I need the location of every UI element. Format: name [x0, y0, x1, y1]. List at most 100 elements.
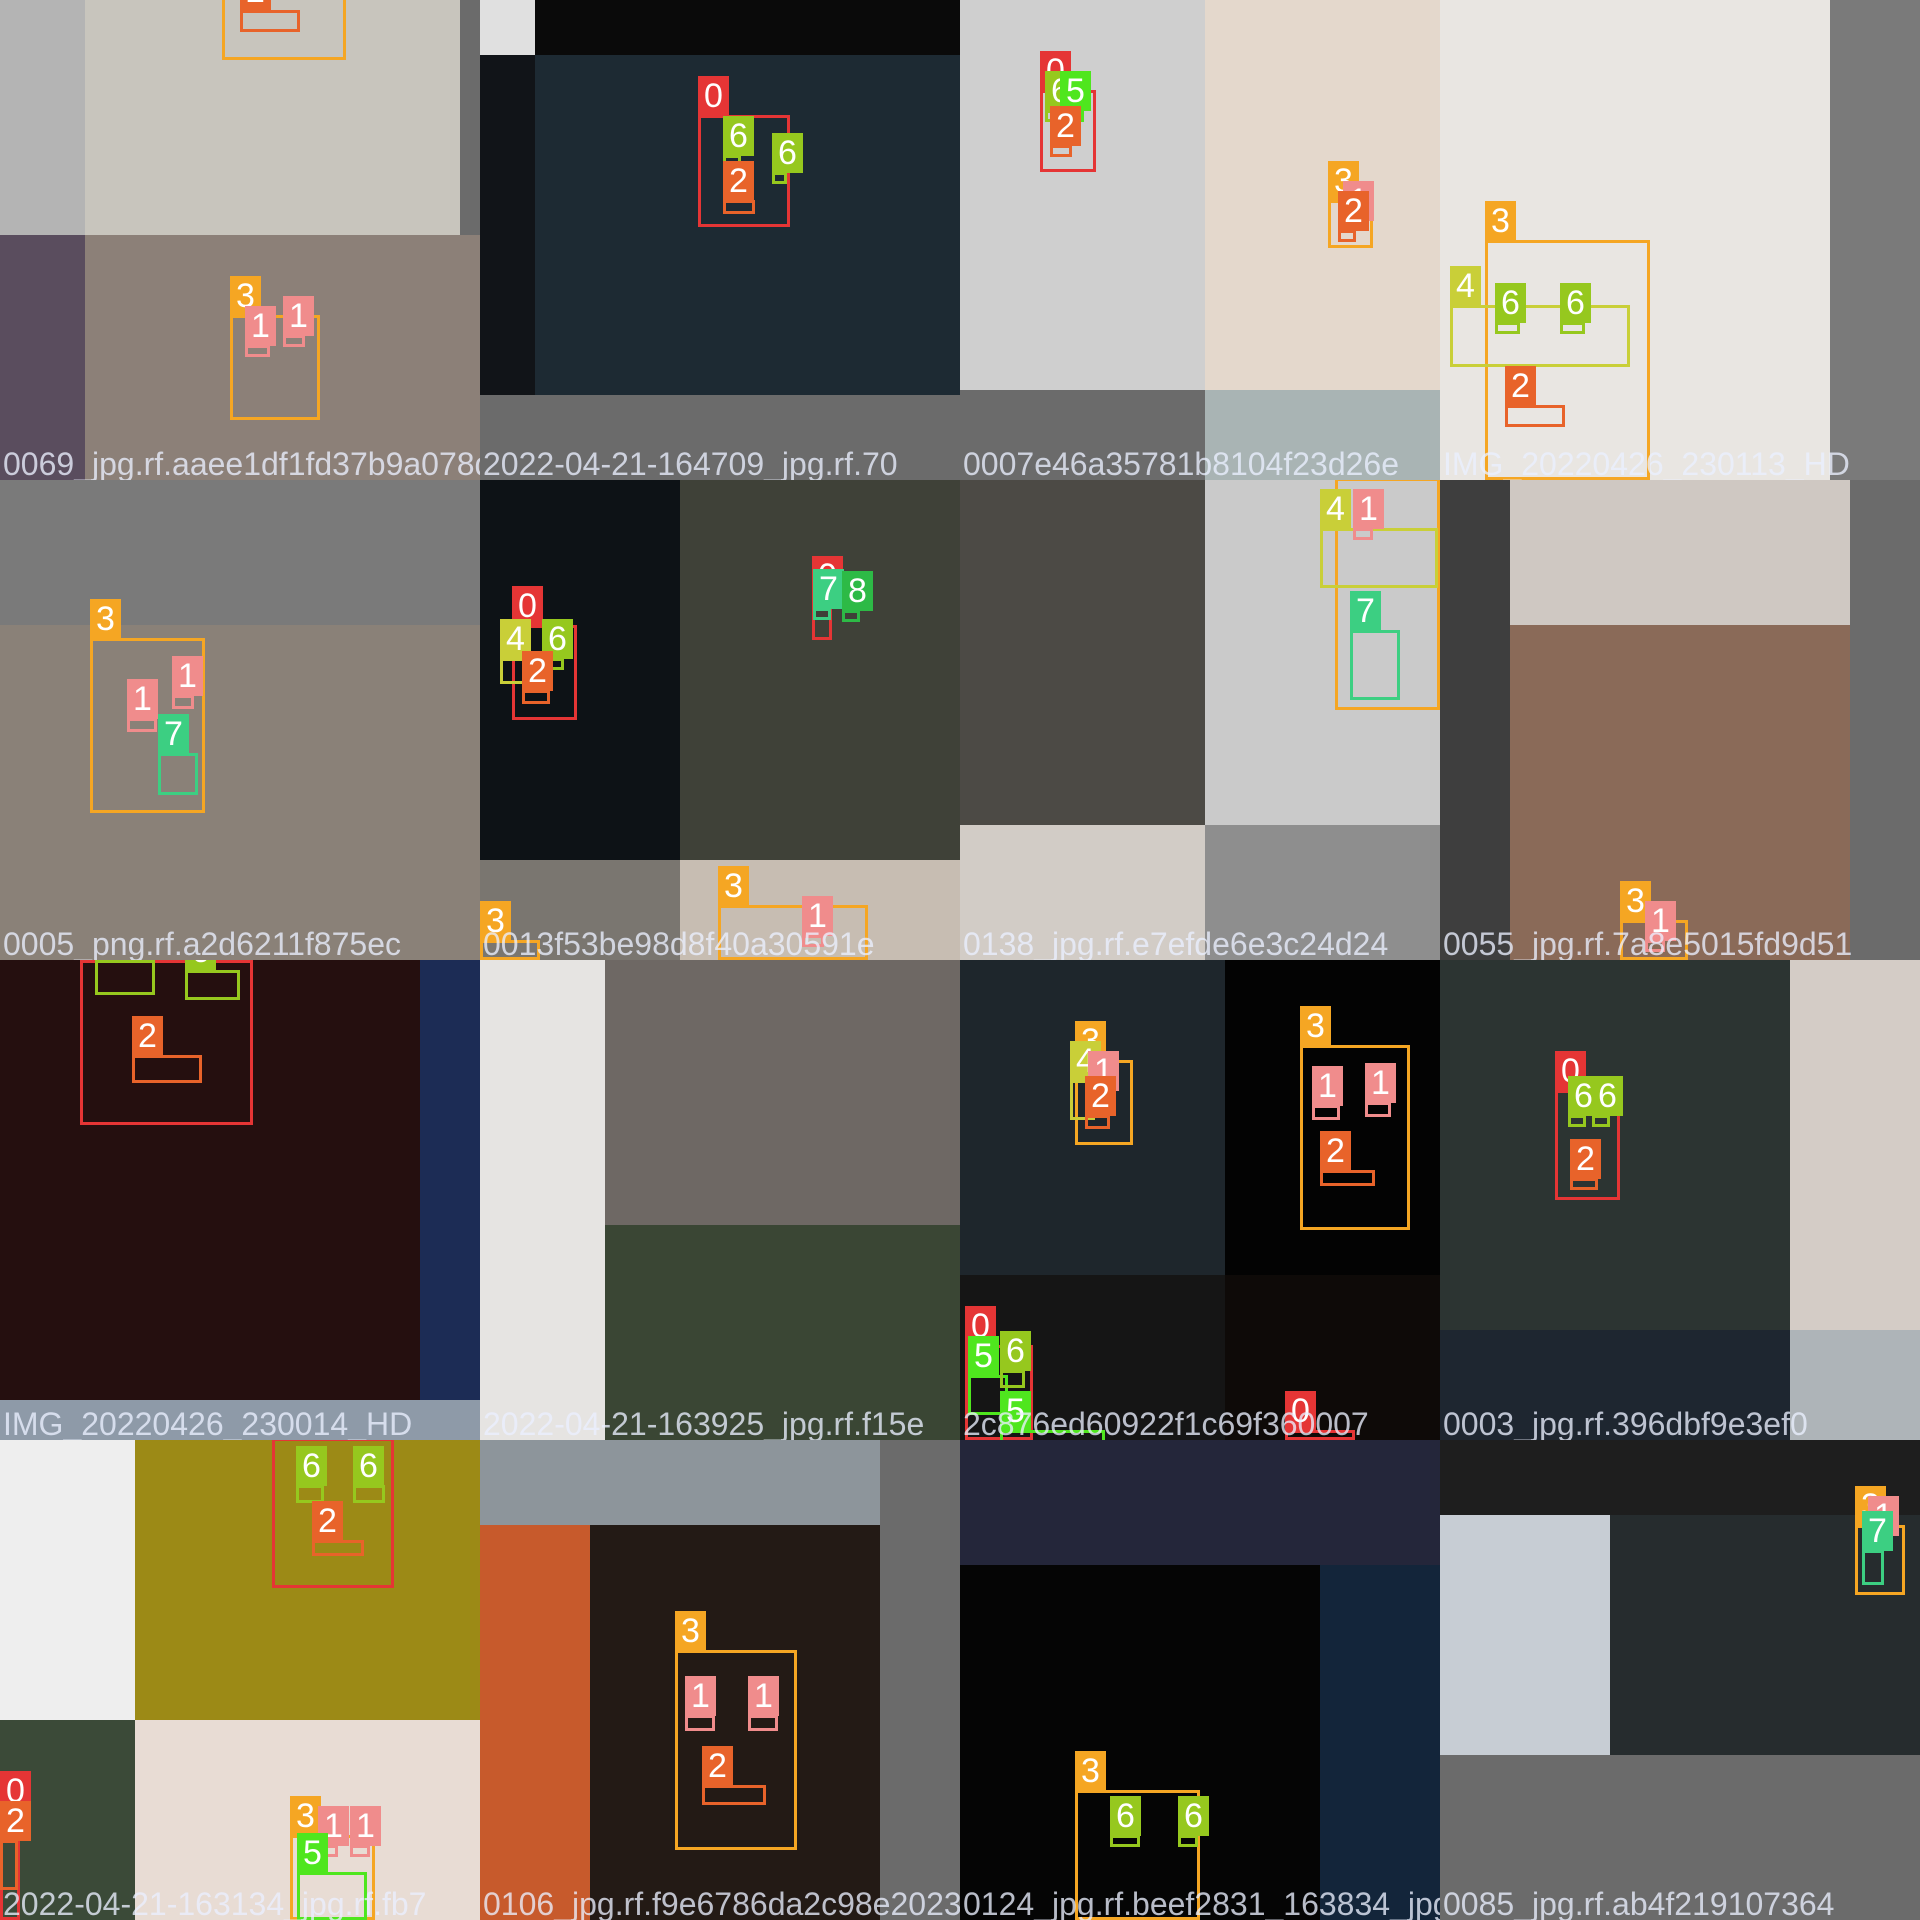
class-label: 3 — [1485, 201, 1516, 241]
class-label: 2 — [1338, 191, 1369, 231]
detection-box: 2 — [1050, 106, 1081, 157]
detection-box: 2 — [522, 651, 553, 704]
detection-box: 3 — [718, 866, 868, 960]
class-label: 6 — [353, 1446, 384, 1486]
detection-box: 6 — [1560, 283, 1591, 334]
class-label: 3 — [90, 599, 121, 639]
detection-box: 6 — [1110, 1796, 1141, 1847]
class-label: 1 — [350, 1806, 381, 1846]
mosaic-tile: 2022-04-21-163925_jpg.rf.f15e — [480, 960, 960, 1440]
detection-box: 7 — [1350, 591, 1400, 700]
class-label: 1 — [1312, 1066, 1343, 1106]
detection-box: 4 — [1320, 489, 1438, 588]
class-label: 3 — [290, 1796, 321, 1836]
mosaic-tile: 323110069_jpg.rf.aaee1df1fd37b9a078d0542… — [0, 0, 480, 480]
tile-image-patch — [0, 480, 480, 625]
detection-box: 2 — [0, 1801, 31, 1890]
class-label: 1 — [802, 896, 833, 936]
tile-filename: 2022-04-21-164709_jpg.rf.70 — [483, 446, 898, 480]
tile-image-patch — [480, 0, 535, 55]
class-label: 2 — [522, 651, 553, 691]
class-label: 6 — [1000, 1331, 1031, 1371]
tile-image-patch — [1440, 480, 1510, 960]
mosaic-tile: 3 1 1 2 0106_jpg.rf.f9e6786da2c98e2023-04 — [480, 1440, 960, 1920]
detection-box: 2 — [1505, 366, 1565, 427]
tile-image-patch — [535, 0, 960, 55]
class-label: 6 — [1560, 283, 1591, 323]
tile-image-patch — [960, 480, 1205, 825]
class-label: 1 — [1645, 901, 1676, 941]
class-label: 2 — [1320, 1131, 1351, 1171]
tile-image-patch — [1205, 0, 1440, 390]
detection-box: 1 — [1353, 489, 1384, 540]
tile-image-patch — [680, 480, 960, 860]
tile-image-patch — [480, 55, 535, 395]
tile-image-patch — [1440, 1440, 1920, 1515]
class-label: 2 — [1505, 366, 1536, 406]
detection-box: 7 — [1862, 1511, 1893, 1585]
detection-box: 1 — [1312, 1066, 1343, 1120]
tile-image-patch — [0, 1400, 480, 1440]
detection-box: 0 — [1285, 1391, 1355, 1440]
tile-image-patch — [605, 1225, 960, 1440]
tile-image-patch — [1850, 480, 1920, 960]
mosaic-tile: 3170085_jpg.rf.ab4f219107364 — [1440, 1440, 1920, 1920]
class-label: 1 — [748, 1676, 779, 1716]
mosaic-tile: 34123112056502c876ed60922f1c69f360007 — [960, 960, 1440, 1440]
tile-image-patch — [1440, 1755, 1920, 1920]
class-label: 0 — [1285, 1391, 1316, 1431]
class-label: 1 — [685, 1676, 716, 1716]
detection-box: 2 — [1085, 1076, 1116, 1129]
class-label: 6 — [296, 1446, 327, 1486]
detection-box: 1 — [350, 1806, 381, 1857]
class-label: 1 — [172, 656, 203, 696]
class-label: 6 — [772, 133, 803, 173]
detection-box: 1 — [283, 296, 314, 347]
class-label: 2 — [312, 1501, 343, 1541]
mosaic-tile: 0 6 6 2 0003_jpg.rf.396dbf9e3ef0 — [1440, 960, 1920, 1440]
detection-box: 2 — [702, 1746, 766, 1805]
class-label: 2 — [1050, 106, 1081, 146]
class-label: 5 — [968, 1336, 999, 1376]
tile-image-patch — [605, 960, 960, 1225]
detection-box: 7 — [158, 714, 198, 795]
class-label: 6 — [1495, 283, 1526, 323]
class-label: 6 — [95, 960, 126, 961]
class-label: 2 — [240, 0, 271, 11]
tile-image-patch — [1320, 1565, 1440, 1920]
detection-box: 6 — [95, 960, 155, 995]
detection-box: 2 — [723, 161, 755, 214]
tile-image-patch — [1225, 1275, 1440, 1440]
detection-box: 6 — [1178, 1796, 1209, 1847]
tile-image-patch — [1790, 1330, 1920, 1440]
detection-box: 1 — [1645, 901, 1676, 952]
class-label: 5 — [1000, 1391, 1031, 1431]
class-label: 1 — [245, 306, 276, 346]
detection-box: 6 — [772, 133, 803, 184]
class-label: 3 — [718, 866, 749, 906]
class-label: 7 — [1862, 1511, 1893, 1551]
tile-image-patch — [1205, 390, 1440, 480]
tile-image-patch — [1790, 960, 1920, 1330]
class-label: 7 — [158, 714, 189, 754]
detection-box: 6 — [185, 960, 240, 1000]
mosaic-tile: 04620783130013f53be98d8f40a30591e — [480, 480, 960, 960]
tile-image-patch — [0, 1440, 135, 1720]
mosaic-tile: 3 1 0055_jpg.rf.7a8e5015fd9d51 — [1440, 480, 1920, 960]
tile-image-patch — [1510, 625, 1850, 960]
tile-image-patch — [1510, 480, 1850, 625]
detection-box: 2 — [312, 1501, 364, 1556]
tile-image-patch — [1440, 1515, 1610, 1755]
detection-box: 6 — [1000, 1331, 1031, 1388]
class-label: 5 — [1060, 71, 1091, 111]
tile-image-patch — [1205, 825, 1440, 960]
mosaic-tile: 0662IMG_20220426_230014_HD — [0, 960, 480, 1440]
class-label: 2 — [0, 1801, 31, 1841]
class-label: 1 — [283, 296, 314, 336]
tile-image-patch — [1440, 1330, 1790, 1440]
mosaic-tile: 3 4 6 6 2 IMG_20220426_230113_HD — [1440, 0, 1920, 480]
class-label: 2 — [132, 1016, 163, 1056]
detection-box: 4 — [1450, 266, 1630, 367]
detection-box: 7 — [813, 569, 844, 620]
class-label: 0 — [698, 76, 729, 116]
